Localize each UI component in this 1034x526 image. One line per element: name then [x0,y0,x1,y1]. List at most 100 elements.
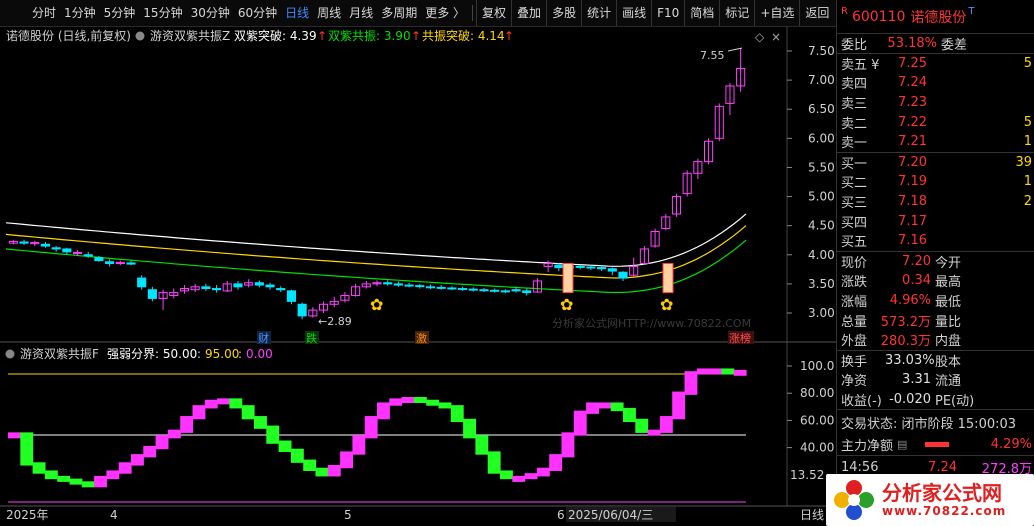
period-tab[interactable]: 60分钟 [234,0,281,26]
stat-row: 总量 573.2万 量比 [837,310,1034,330]
main-force-bar [925,442,950,448]
candle-body [447,287,457,290]
candle-body [425,286,436,289]
period-tab-active[interactable]: 日线 [281,0,313,26]
ask-row[interactable]: 卖二 7.22 5 [837,112,1034,132]
stat-label: 涨幅 [841,295,868,311]
oscillator-bar [254,416,267,429]
weibi-label: 委比 [841,37,868,53]
stat-value: 0.34 [902,273,931,289]
oscillator-bar [401,397,415,404]
stat-label: 最高 [935,275,962,291]
bid-label: 买五 [841,235,868,251]
legend-item: 双紫共振: 3.90 [328,29,411,43]
period-tab[interactable]: 30分钟 [187,0,234,26]
settings-dot-icon[interactable] [5,349,15,359]
stat-label: 最低 [935,295,962,311]
oscillator-bar [44,470,58,480]
stat-label: 内盘 [935,334,962,350]
oscillator-bar [684,371,698,395]
oscillator-bar [106,470,120,480]
bid-price: 7.17 [898,213,927,229]
candle-body [62,248,72,253]
toolbar-button[interactable]: 复权 [476,0,511,26]
oscillator-bar [524,473,538,480]
stat-row: 现价 7.20 今开 [837,252,1034,272]
bid-price: 7.16 [898,233,927,249]
oscillator-bar [647,429,661,436]
toolbar-button[interactable]: +自选 [754,0,799,26]
period-tab[interactable]: 分时 [28,0,60,26]
stock-code[interactable]: 600110 [852,9,905,25]
ask-vol: 5 [1023,114,1032,130]
candle-body [554,264,564,269]
candle-body [19,241,29,244]
price-tick-label: 5.00 [808,190,835,204]
period-tab[interactable]: 5分钟 [100,0,140,26]
ask-row[interactable]: 卖五 ¥ 7.25 5 [837,54,1034,74]
toolbar-button[interactable]: 多股 [546,0,581,26]
sub-tick-label: 60.00 [800,413,834,427]
oscillator-bar [290,448,304,463]
bid-row[interactable]: 买四 7.17 [837,211,1034,231]
list-icon[interactable]: ▤ [897,438,907,451]
oscillator-bar [303,459,317,471]
candle-body [383,282,393,285]
candle-body [94,257,104,262]
kline-chart[interactable]: 诺德股份 (日线,前复权) 游资双紫共振Z 双紫突破: 4.39 ↑ 双紫共振:… [0,27,836,526]
toolbar-button[interactable]: 简档 [684,0,719,26]
toolbar-button[interactable]: 画线 [616,0,651,26]
butterfly-icon: ✿ [370,295,383,314]
oscillator-bar [450,405,464,423]
site-logo[interactable]: 分析家公式网 www.70822.com [826,474,1034,526]
stock-name[interactable]: 诺德股份 [910,7,966,27]
period-tab[interactable]: 多周期 [377,0,421,26]
stat-row: 外盘 280.3万 内盘 [837,330,1034,350]
ask-row[interactable]: 卖三 7.23 [837,93,1034,113]
candle-body [254,282,264,286]
candle-body [597,267,607,270]
bid-price: 7.20 [898,154,927,170]
ask-label: 卖五 ¥ [841,57,880,73]
oscillator-bar [598,402,612,409]
oscillator-bar [635,418,649,433]
ask-price: 7.24 [898,75,927,91]
stat-label: 净资 [841,374,868,390]
oscillator-bar [57,475,71,482]
oscillator-bar [131,454,144,466]
settings-dot-icon[interactable] [135,31,145,41]
oscillator-bar [377,402,390,420]
stat-value: 573.2万 [880,314,931,330]
toolbar-button[interactable]: 叠加 [511,0,546,26]
bid-row[interactable]: 买二 7.19 1 [837,172,1034,192]
main-force-row: 主力净额 ▤ 4.29% [837,434,1034,457]
period-tab[interactable]: 15分钟 [139,0,186,26]
sub-legend-sep: : [197,347,201,361]
period-tab[interactable]: 周线 [313,0,345,26]
toolbar-button[interactable]: 标记 [719,0,754,26]
toolbar-button[interactable]: 返回 [799,0,834,26]
more-periods[interactable]: 更多 〉 [421,0,469,26]
candle-body [201,286,211,290]
close-icon[interactable]: × [771,30,781,44]
event-tag-fall[interactable]: 跌 [306,331,317,345]
bid-row[interactable]: 买一 7.20 39 [837,153,1034,173]
event-tag-surge[interactable]: 激 [416,331,427,345]
event-tag-toplist[interactable]: 涨榜 [729,331,751,345]
oscillator-bar [20,432,34,466]
up-arrow-icon: ↑ [317,29,327,43]
candle-body [265,284,275,288]
toolbar-button[interactable]: 统计 [581,0,616,26]
ask-row[interactable]: 卖一 7.21 1 [837,132,1034,152]
bid-row[interactable]: 买三 7.18 2 [837,192,1034,212]
period-tab[interactable]: 1分钟 [60,0,100,26]
oscillator-bar [32,462,46,474]
diamond-icon[interactable]: ◇ [755,30,765,44]
ask-row[interactable]: 卖四 7.24 [837,73,1034,93]
event-tag-finance[interactable]: 财 [258,331,269,345]
toolbar-button[interactable]: F10 [651,0,684,26]
ask-label: 卖四 [841,77,868,93]
period-tab[interactable]: 月线 [345,0,377,26]
candle-body [233,283,243,288]
bid-row[interactable]: 买五 7.16 [837,231,1034,251]
